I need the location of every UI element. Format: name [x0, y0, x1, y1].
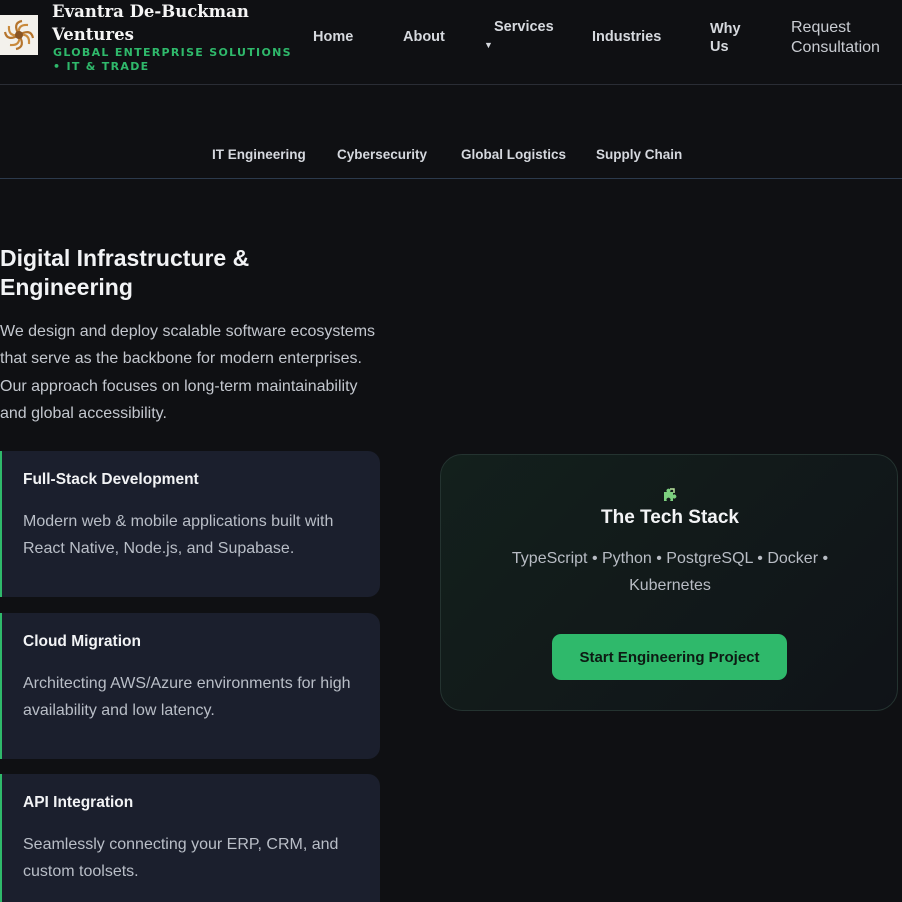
nav-about[interactable]: About — [403, 28, 445, 46]
subnav-it-engineering[interactable]: IT Engineering — [212, 147, 306, 162]
tech-stack-title: The Tech Stack — [601, 507, 739, 528]
card-description: Seamlessly connecting your ERP, CRM, and… — [23, 836, 339, 881]
nav-home[interactable]: Home — [313, 28, 353, 46]
subnav-global-logistics[interactable]: Global Logistics — [461, 147, 566, 162]
nav-why-us[interactable]: Why Us — [710, 20, 750, 56]
nav-industries[interactable]: Industries — [592, 28, 661, 46]
services-subnav: IT Engineering Cybersecurity Global Logi… — [0, 85, 902, 179]
card-description: Architecting AWS/Azure environments for … — [23, 675, 351, 720]
brand-name[interactable]: Evantra De-Buckman Ventures — [52, 0, 272, 46]
card-title: Cloud Migration — [23, 633, 141, 650]
service-card-cloud: Cloud Migration Architecting AWS/Azure e… — [0, 613, 380, 759]
page-title: Digital Infrastructure & Engineering — [0, 245, 250, 300]
start-engineering-project-button[interactable]: Start Engineering Project — [552, 634, 787, 680]
brand-tagline: GLOBAL ENTERPRISE SOLUTIONS • IT & TRADE — [53, 46, 292, 73]
subnav-supply-chain[interactable]: Supply Chain — [596, 147, 682, 162]
chevron-down-icon[interactable]: ▼ — [484, 40, 493, 50]
site-header: Evantra De-Buckman Ventures GLOBAL ENTER… — [0, 0, 902, 85]
puzzle-icon — [441, 487, 899, 507]
hero-description: We design and deploy scalable software e… — [0, 323, 376, 422]
service-card-fullstack: Full-Stack Development Modern web & mobi… — [0, 451, 380, 597]
spiral-logo-icon — [3, 19, 35, 51]
card-title: Full-Stack Development — [23, 471, 199, 488]
tech-stack-panel: The Tech Stack TypeScript • Python • Pos… — [440, 454, 898, 711]
tech-stack-list: TypeScript • Python • PostgreSQL • Docke… — [511, 550, 829, 595]
nav-services[interactable]: Services — [494, 18, 554, 36]
service-card-api: API Integration Seamlessly connecting yo… — [0, 774, 380, 902]
card-title: API Integration — [23, 794, 134, 811]
card-description: Modern web & mobile applications built w… — [23, 513, 334, 558]
subnav-cybersecurity[interactable]: Cybersecurity — [337, 147, 427, 162]
brand-logo[interactable] — [0, 15, 38, 55]
request-consultation-link[interactable]: Request Consultation — [791, 18, 901, 58]
